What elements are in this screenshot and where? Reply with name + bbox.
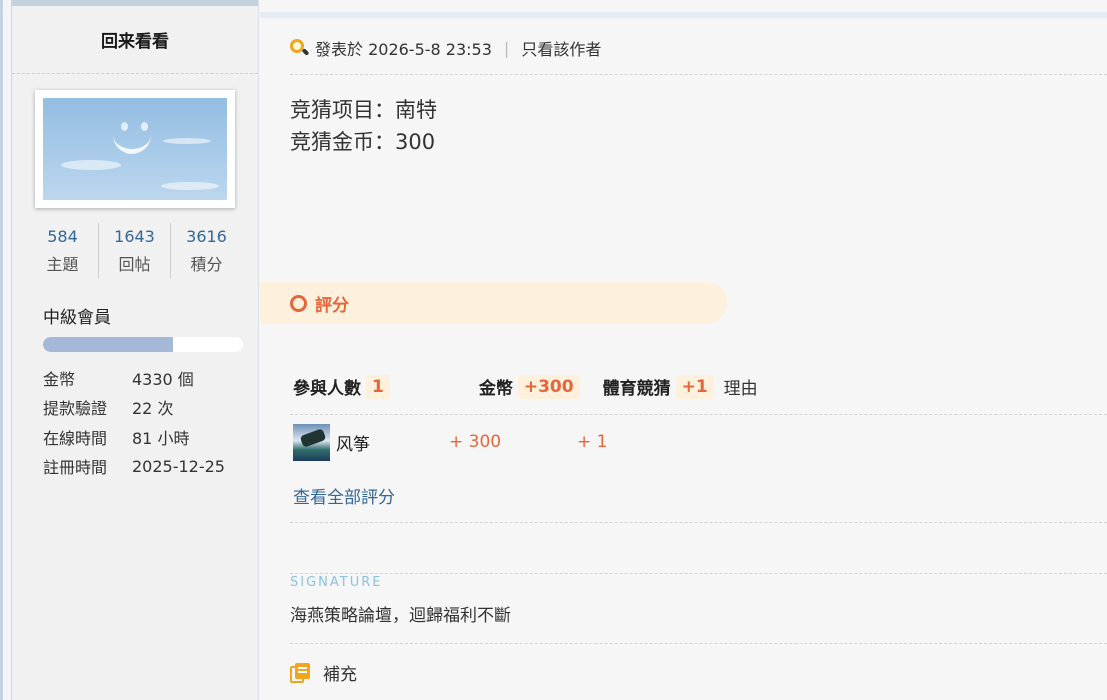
author-stats: 584 主題 1643 回帖 3616 積分 <box>27 223 242 279</box>
sports-column-label: 體育競猜 <box>602 379 671 399</box>
stat-points-label: 積分 <box>190 255 223 274</box>
rater-coins: + 300 <box>449 432 502 452</box>
signature-label: SIGNATURE <box>290 575 383 590</box>
participants-count: 1 <box>366 374 390 399</box>
level-progress-bar <box>43 337 243 352</box>
divider <box>290 414 1107 415</box>
stat-threads-label: 主題 <box>46 255 79 274</box>
info-label: 金幣 <box>43 369 76 389</box>
info-row-withdraw: 提款驗證 22 次 <box>43 393 253 423</box>
notes-icon <box>290 662 310 683</box>
info-label: 提款驗證 <box>43 399 108 419</box>
supplement-label: 補充 <box>323 665 357 685</box>
author-sidebar: 回来看看 584 主題 1643 回帖 3616 積分 中級會員 金幣 4330… <box>12 0 259 700</box>
info-value: 2025-12-25 <box>132 456 225 476</box>
supplement-button[interactable]: 補充 <box>290 660 357 685</box>
rating-header-pill: 評分 <box>260 282 727 324</box>
content-line: 竞猜金币：300 <box>290 130 436 154</box>
view-all-ratings-link[interactable]: 查看全部評分 <box>293 483 395 508</box>
sports-total: +1 <box>675 374 714 399</box>
content-line: 竞猜项目：南特 <box>290 98 437 122</box>
divider <box>290 573 1107 574</box>
info-value: 4330 個 <box>132 369 194 389</box>
info-row-register-time: 註冊時間 2025-12-25 <box>43 452 253 482</box>
member-level[interactable]: 中級會員 <box>43 303 111 328</box>
rater-sports: + 1 <box>577 432 608 452</box>
magnifier-icon <box>290 38 310 58</box>
reason-column-label: 理由 <box>723 379 758 399</box>
stat-replies-label: 回帖 <box>118 255 151 274</box>
signature-text: 海燕策略論壇，迴歸福利不斷 <box>290 606 511 626</box>
divider <box>290 522 1107 523</box>
info-label: 在線時間 <box>43 428 108 448</box>
info-value: 22 次 <box>132 399 174 419</box>
rating-row: 风筝 + 300 + 1 <box>293 423 893 461</box>
meta-separator: | <box>503 38 510 58</box>
rater-name[interactable]: 风筝 <box>336 430 449 455</box>
stat-replies[interactable]: 1643 回帖 <box>99 223 171 279</box>
post-meta: 發表於 2026-5-8 23:53 | 只看該作者 <box>290 36 601 60</box>
coins-total: +300 <box>517 374 580 399</box>
info-row-coins: 金幣 4330 個 <box>43 363 253 393</box>
rating-title: 評分 <box>315 295 349 316</box>
author-avatar[interactable] <box>35 90 235 208</box>
circle-icon <box>290 294 307 312</box>
post-main: 發表於 2026-5-8 23:53 | 只看該作者 竞猜项目：南特 竞猜金币：… <box>260 0 1107 700</box>
left-edge-strip <box>0 0 12 700</box>
rating-table-header: 參與人數 1 金幣 +300 體育競猜 +1 理由 <box>293 374 758 399</box>
stat-threads-value[interactable]: 584 <box>27 223 98 251</box>
level-progress-fill <box>43 337 173 352</box>
divider <box>290 74 1107 75</box>
author-only-link[interactable]: 只看該作者 <box>521 36 601 60</box>
info-label: 註冊時間 <box>43 458 108 478</box>
info-row-online-time: 在線時間 81 小時 <box>43 422 253 452</box>
avatar-image <box>43 98 227 200</box>
rater-avatar[interactable] <box>293 423 330 461</box>
author-name[interactable]: 回来看看 <box>12 6 258 74</box>
post-time: 發表於 2026-5-8 23:53 <box>315 40 492 59</box>
author-info-list: 金幣 4330 個 提款驗證 22 次 在線時間 81 小時 註冊時間 2025… <box>43 363 253 481</box>
coins-column-label: 金幣 <box>478 379 513 399</box>
stat-threads[interactable]: 584 主題 <box>27 223 99 279</box>
divider <box>290 643 1107 644</box>
participants-label: 參與人數 <box>293 379 361 399</box>
stat-points[interactable]: 3616 積分 <box>171 223 242 279</box>
info-value: 81 小時 <box>132 428 190 448</box>
stat-replies-value[interactable]: 1643 <box>99 223 170 251</box>
post-top-bar <box>260 12 1107 18</box>
stat-points-value[interactable]: 3616 <box>171 223 242 251</box>
post-content: 竞猜项目：南特 竞猜金币：300 <box>290 94 437 158</box>
